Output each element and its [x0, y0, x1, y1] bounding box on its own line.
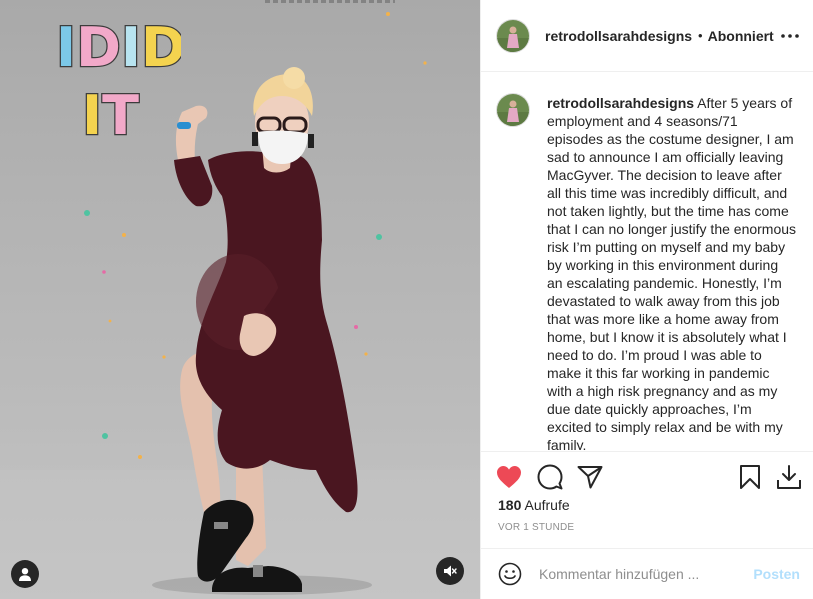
avatar-image: [497, 19, 529, 52]
header-separator: •: [698, 28, 703, 43]
caption-avatar[interactable]: [497, 94, 529, 126]
comment-button[interactable]: [536, 463, 564, 491]
mute-icon: [444, 565, 457, 577]
user-tag-button[interactable]: [11, 560, 39, 588]
caption-username[interactable]: retrodollsarahdesigns: [547, 95, 694, 111]
header-username[interactable]: retrodollsarahdesigns: [545, 28, 692, 44]
download-button[interactable]: [775, 463, 803, 491]
emoji-button[interactable]: [497, 561, 523, 587]
heart-icon: [497, 466, 521, 488]
avatar-image: [497, 94, 529, 126]
bookmark-button[interactable]: [736, 463, 764, 491]
comment-icon: [537, 464, 563, 490]
more-options-button[interactable]: [780, 26, 800, 46]
user-tag-icon: [19, 568, 31, 581]
avatar[interactable]: [497, 19, 529, 52]
comment-form: Posten: [481, 548, 813, 599]
more-options-icon: [781, 34, 799, 38]
post-header: retrodollsarahdesigns • Abonniert: [481, 0, 813, 72]
mute-button[interactable]: [436, 557, 464, 585]
post-timestamp[interactable]: Vor 1 Stunde: [498, 522, 574, 533]
post-media[interactable]: IDID IT: [0, 0, 480, 599]
share-button[interactable]: [576, 463, 604, 491]
sticker-line-2: IT: [82, 84, 139, 138]
download-icon: [777, 465, 801, 489]
post-detail-panel: retrodollsarahdesigns • Abonniert retrod…: [480, 0, 813, 599]
sticker-line-1: IDID: [56, 16, 181, 79]
comment-input[interactable]: [539, 566, 729, 582]
i-did-it-sticker: IDID IT: [56, 15, 181, 138]
bookmark-icon: [740, 465, 760, 489]
post-comment-button[interactable]: Posten: [753, 566, 800, 582]
views-label: Aufrufe: [524, 497, 570, 513]
like-button[interactable]: [495, 463, 523, 491]
share-icon: [577, 466, 603, 489]
views-count[interactable]: 180 Aufrufe: [498, 497, 570, 513]
action-bar: [481, 451, 813, 499]
views-number: 180: [498, 497, 522, 513]
caption-text: After 5 years of employment and 4 season…: [547, 95, 797, 450]
emoji-icon: [498, 562, 522, 586]
caption-section: retrodollsarahdesigns After 5 years of e…: [481, 73, 813, 450]
follow-status-button[interactable]: Abonniert: [708, 28, 774, 44]
post-caption: retrodollsarahdesigns After 5 years of e…: [547, 94, 797, 450]
